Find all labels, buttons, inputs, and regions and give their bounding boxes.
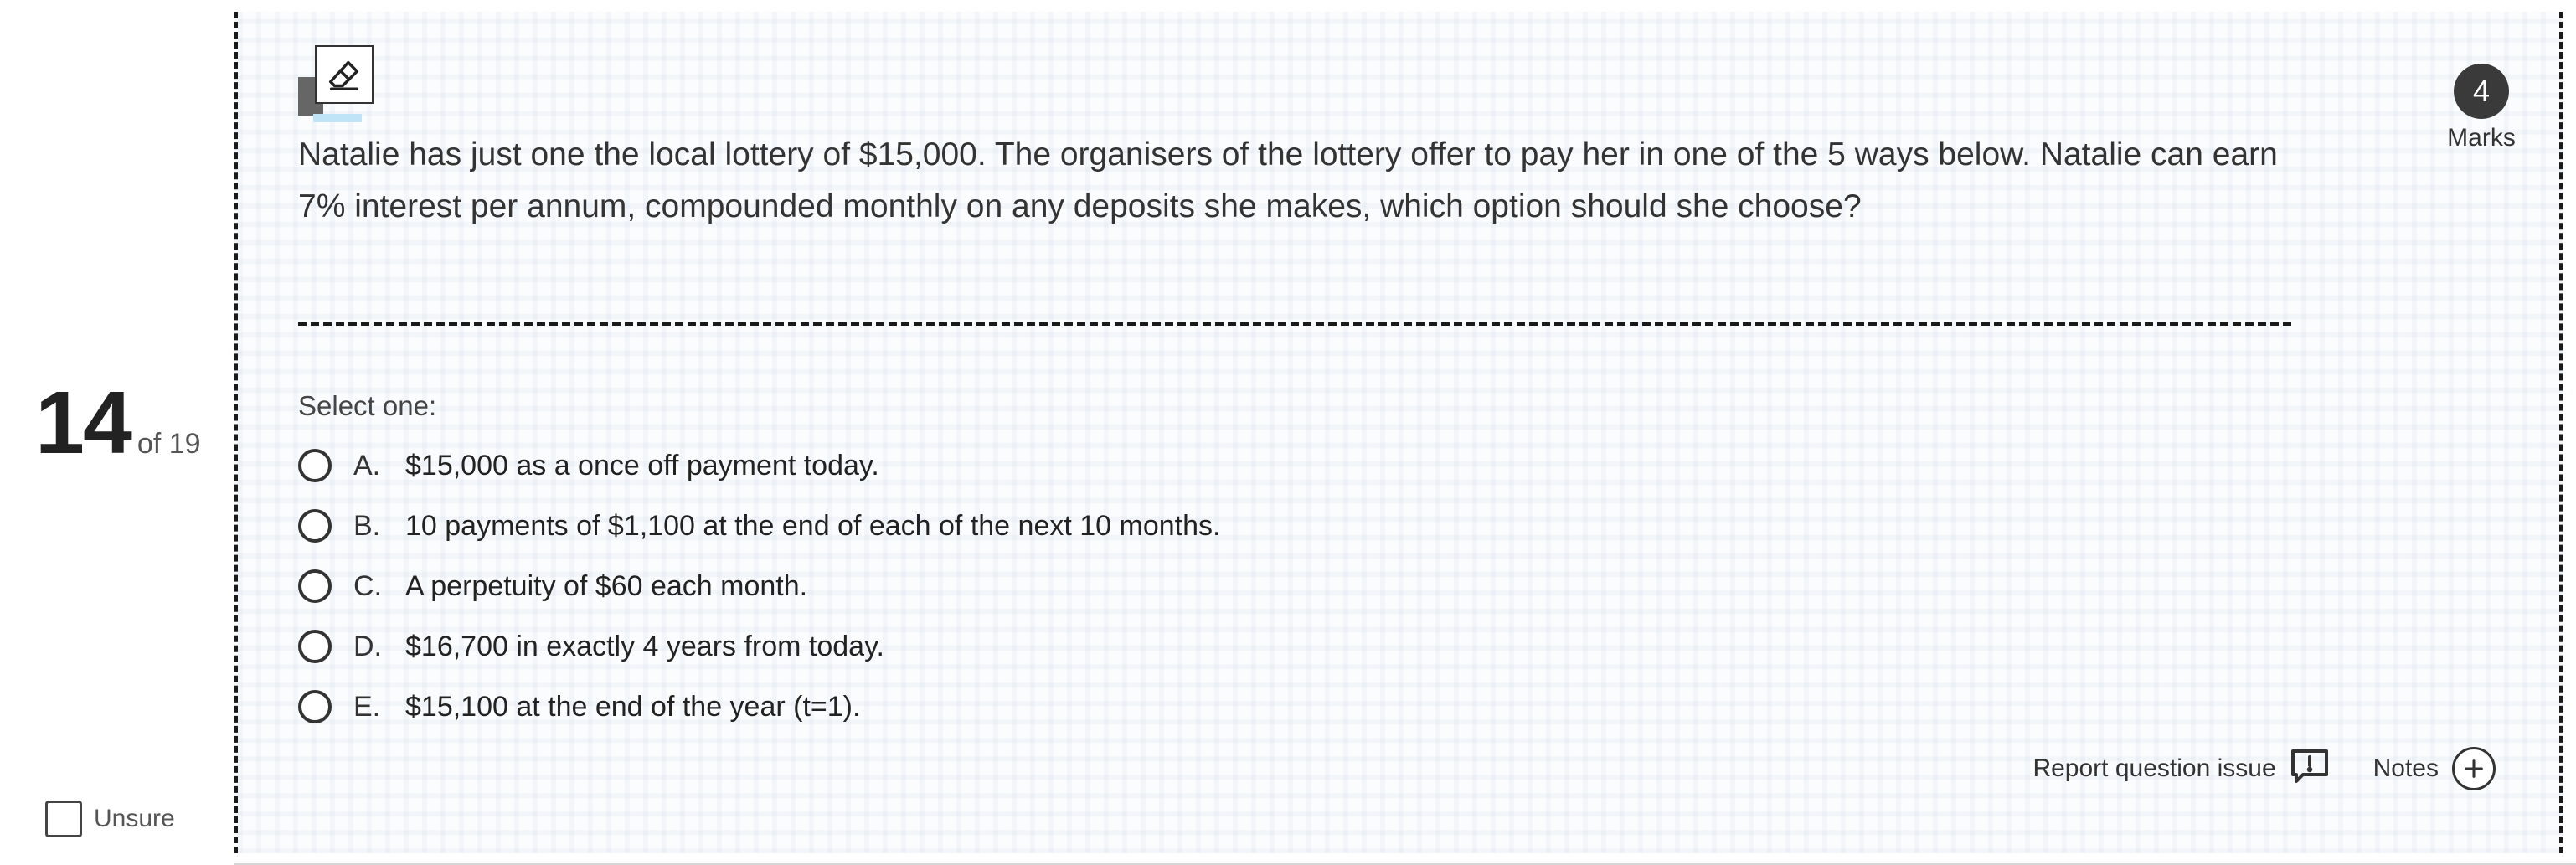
question-actions: Report question issue Notes	[2032, 747, 2496, 790]
notes-button[interactable]: Notes	[2373, 747, 2496, 790]
unsure-toggle[interactable]: Unsure	[45, 801, 175, 837]
report-question-issue-label: Report question issue	[2032, 754, 2276, 782]
question-number: 14 of 19	[35, 378, 201, 467]
option-a[interactable]: A. $15,000 as a once off payment today.	[298, 435, 1220, 496]
question-number-total: of 19	[137, 428, 201, 460]
option-b[interactable]: B. 10 payments of $1,100 at the end of e…	[298, 496, 1220, 556]
option-e-radio[interactable]	[298, 690, 332, 723]
plus-circle-icon[interactable]	[2452, 747, 2496, 790]
marks-label: Marks	[2447, 124, 2516, 152]
option-text: $16,700 in exactly 4 years from today.	[405, 630, 885, 662]
option-b-radio[interactable]	[298, 509, 332, 543]
option-letter: D.	[353, 630, 382, 662]
question-sidebar: 14 of 19 Unsure	[0, 0, 234, 865]
option-c[interactable]: C. A perpetuity of $60 each month.	[298, 556, 1220, 616]
unsure-checkbox[interactable]	[45, 801, 82, 837]
question-text: Natalie has just one the local lottery o…	[298, 136, 2278, 224]
option-c-radio[interactable]	[298, 569, 332, 603]
question-number-current: 14	[35, 373, 132, 472]
exam-question-frame: 14 of 19 Unsure 4 Marks Natalie has just	[0, 0, 2576, 865]
marks-value: 4	[2454, 64, 2509, 119]
option-text: 10 payments of $1,100 at the end of each…	[405, 509, 1221, 542]
option-e[interactable]: E. $15,100 at the end of the year (t=1).	[298, 677, 1220, 737]
question-divider	[298, 322, 2291, 326]
marks-badge: 4 Marks	[2435, 64, 2527, 152]
option-letter: E.	[353, 690, 381, 723]
eraser-tool[interactable]	[298, 45, 374, 122]
unsure-label: Unsure	[94, 805, 175, 832]
option-text: $15,100 at the end of the year (t=1).	[405, 690, 861, 723]
option-d[interactable]: D. $16,700 in exactly 4 years from today…	[298, 616, 1220, 677]
notes-label: Notes	[2372, 754, 2439, 782]
select-one-label: Select one:	[298, 390, 437, 421]
option-a-radio[interactable]	[298, 449, 332, 482]
option-d-radio[interactable]	[298, 630, 332, 663]
option-letter: B.	[353, 509, 381, 542]
option-text: $15,000 as a once off payment today.	[405, 449, 879, 481]
question-panel: 4 Marks Natalie has just one the local l…	[234, 12, 2563, 853]
eraser-icon[interactable]	[315, 45, 374, 104]
report-issue-icon[interactable]	[2290, 748, 2330, 790]
option-letter: C.	[353, 569, 382, 602]
option-letter: A.	[353, 449, 381, 481]
eraser-highlight	[313, 114, 362, 122]
option-text: A perpetuity of $60 each month.	[405, 569, 808, 602]
report-question-issue-button[interactable]: Report question issue	[2032, 748, 2329, 790]
answer-options: A. $15,000 as a once off payment today. …	[298, 435, 1220, 737]
